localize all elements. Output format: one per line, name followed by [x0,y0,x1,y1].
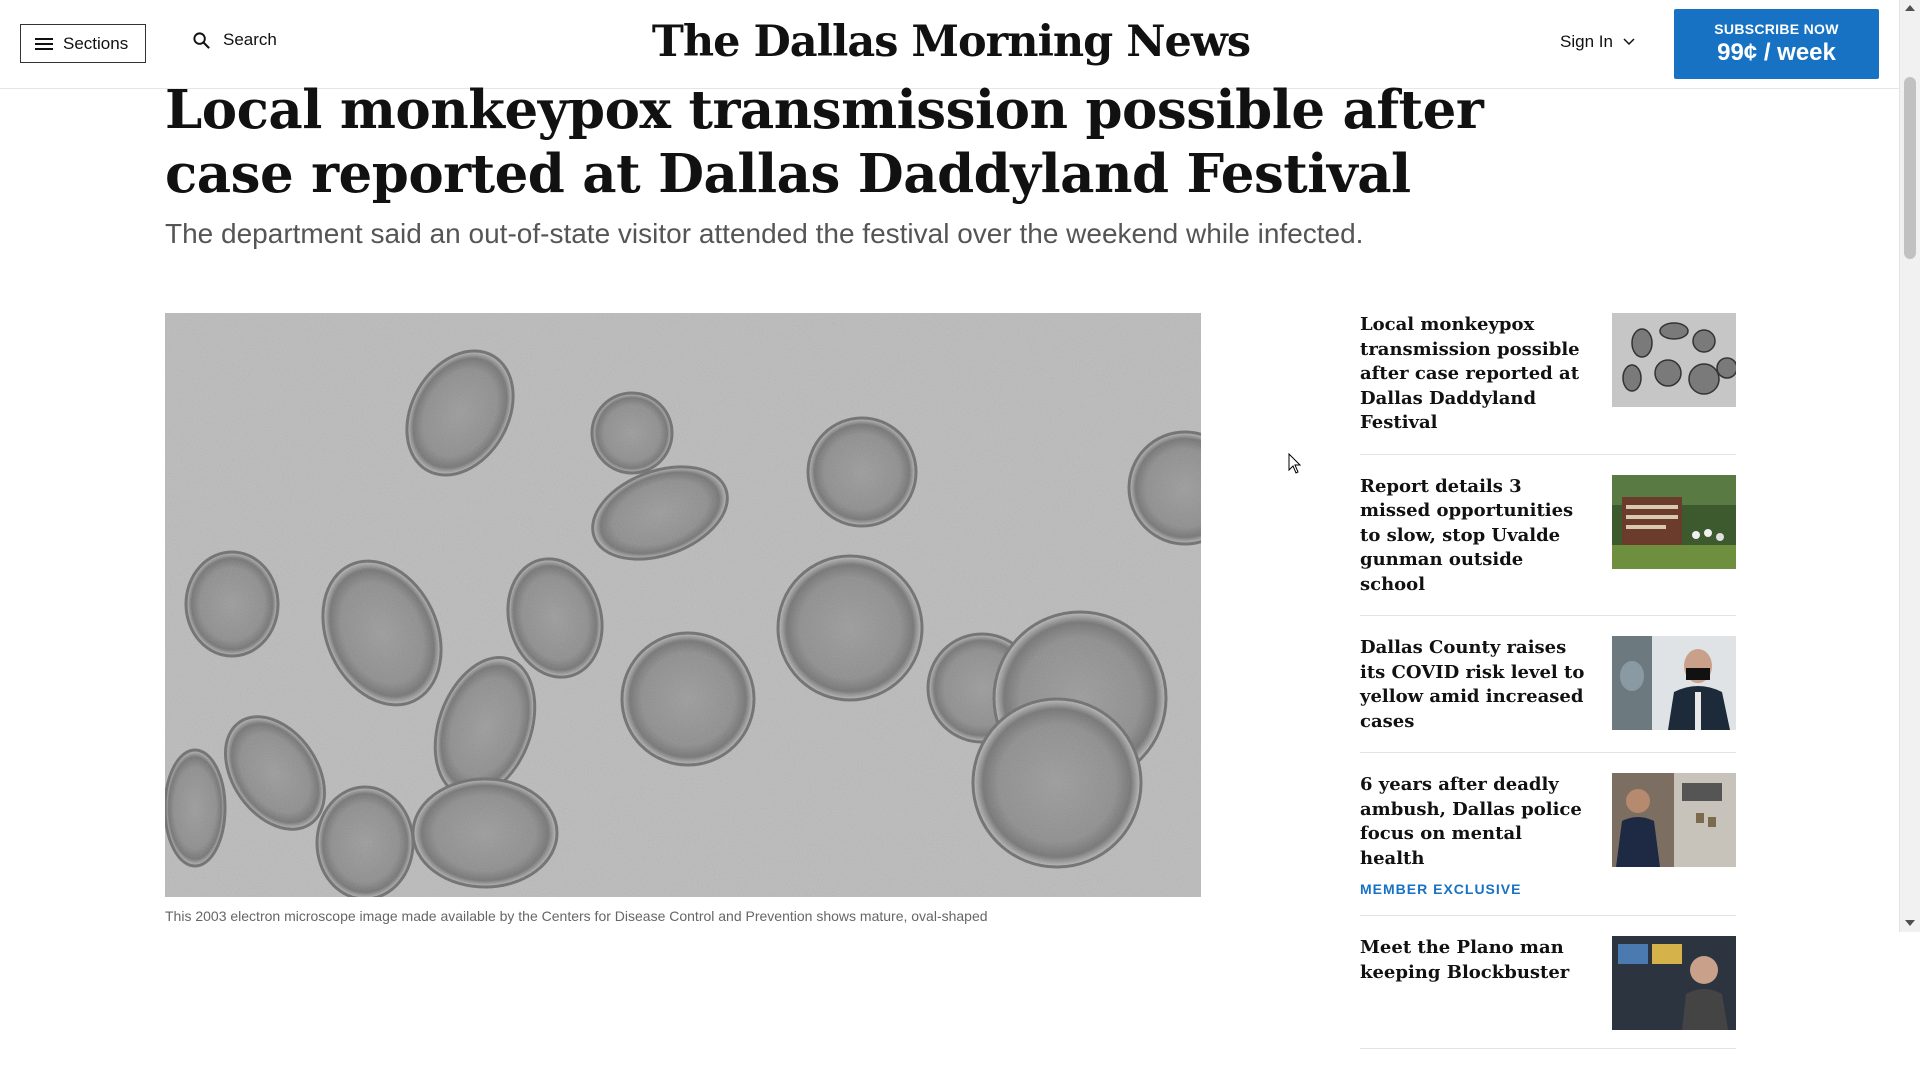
search-button[interactable]: Search [192,30,277,50]
sidebar-story[interactable]: Dallas County raises its COVID risk leve… [1360,636,1736,753]
member-exclusive-badge: MEMBER EXCLUSIVE [1360,881,1522,897]
scrollbar-thumb[interactable] [1904,77,1916,259]
sidebar-story[interactable]: Report details 3 missed opportunities to… [1360,474,1736,616]
article-hero-image[interactable] [165,313,1201,897]
story-thumbnail[interactable] [1612,936,1736,1030]
hamburger-icon [35,37,53,51]
sections-label: Sections [63,33,129,53]
sidebar-story[interactable]: Meet the Plano man keeping Blockbuster [1360,936,1736,1049]
sidebar-story-title[interactable]: Local monkeypox transmission possible af… [1360,313,1588,436]
chevron-down-icon [1623,38,1635,46]
page-scrollbar[interactable] [1899,0,1920,932]
mouse-cursor-icon [1288,453,1302,474]
sidebar-story-title[interactable]: 6 years after deadly ambush, Dallas poli… [1360,773,1588,871]
sections-menu-button[interactable]: Sections [20,24,146,63]
related-stories-sidebar: Local monkeypox transmission possible af… [1360,313,1736,1069]
story-thumbnail[interactable] [1612,773,1736,867]
site-header: Sections Search The Dallas Morning News … [0,0,1899,89]
scroll-up-icon[interactable] [1905,5,1915,11]
sidebar-story-title[interactable]: Meet the Plano man keeping Blockbuster [1360,936,1588,985]
subscribe-price: 99¢ / week [1717,39,1836,66]
site-logo[interactable]: The Dallas Morning News [652,16,1251,68]
subscribe-button[interactable]: SUBSCRIBE NOW 99¢ / week [1674,9,1879,79]
sign-in-menu[interactable]: Sign In [1560,32,1635,52]
sidebar-story-title[interactable]: Dallas County raises its COVID risk leve… [1360,636,1588,734]
sidebar-story-title[interactable]: Report details 3 missed opportunities to… [1360,475,1588,598]
article-headline: Local monkeypox transmission possible af… [165,79,1484,205]
search-icon [193,31,210,49]
sidebar-story[interactable]: Local monkeypox transmission possible af… [1360,313,1736,455]
story-thumbnail[interactable] [1612,636,1736,730]
article-dek: The department said an out-of-state visi… [165,218,1364,249]
scroll-down-icon[interactable] [1905,920,1915,926]
sidebar-story[interactable]: 6 years after deadly ambush, Dallas poli… [1360,773,1736,916]
sign-in-label: Sign In [1560,32,1613,51]
subscribe-cta: SUBSCRIBE NOW [1714,21,1839,37]
search-label: Search [223,30,277,49]
image-caption: This 2003 electron microscope image made… [165,908,988,924]
story-thumbnail[interactable] [1612,474,1736,569]
story-thumbnail[interactable] [1612,313,1736,407]
